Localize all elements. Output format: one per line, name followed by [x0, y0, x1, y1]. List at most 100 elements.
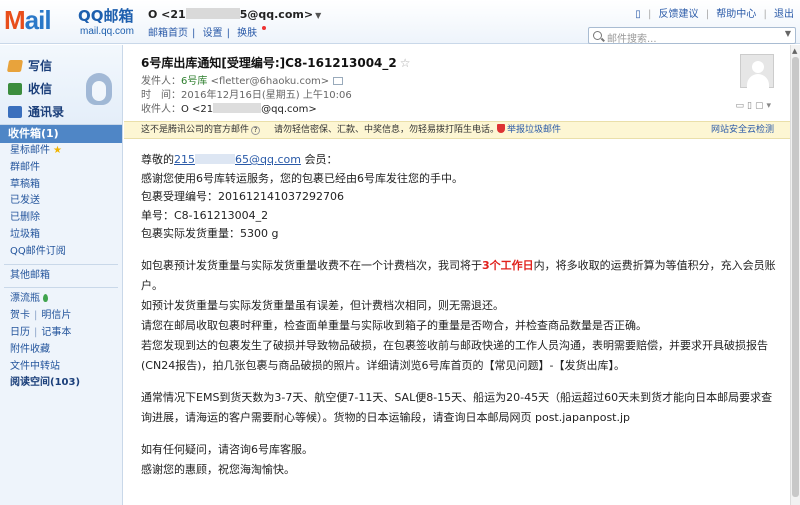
sidebar-item-subscriptions[interactable]: QQ邮件订阅 — [0, 244, 122, 261]
link-help[interactable]: 帮助中心 — [716, 9, 756, 20]
sidebar-item-sent[interactable]: 已发送 — [0, 193, 122, 210]
main-scrollbar[interactable]: ▲ — [790, 45, 800, 505]
penguin-mascot-icon — [82, 67, 116, 107]
scroll-up-icon[interactable]: ▲ — [792, 47, 797, 55]
divider — [4, 287, 118, 289]
write-label: 写信 — [28, 59, 53, 73]
greeting-email-a: 215 — [174, 153, 195, 166]
from-row: 发件人：6号库 <fletter@6haoku.com> — [141, 75, 344, 88]
cloud-check-link[interactable]: 网站安全云检测 — [711, 122, 774, 138]
sidebar-item-inbox[interactable]: 收件箱(1) — [0, 125, 122, 143]
starred-label: 星标邮件 — [10, 145, 50, 156]
write-button[interactable]: 写信 — [6, 57, 53, 75]
scrollbar-thumb[interactable] — [792, 57, 799, 497]
link-change-skin[interactable]: 换肤 — [237, 28, 257, 39]
logo-title: QQ邮箱 — [78, 7, 134, 25]
paragraph-thanks: 感谢您的惠顾，祝您海淘愉快。 — [141, 462, 295, 476]
sidebar-item-notebook[interactable]: 记事本 — [41, 327, 71, 338]
link-feedback[interactable]: 反馈建议 — [659, 9, 699, 20]
from-address: <fletter@6haoku.com> — [210, 76, 330, 87]
greeting-email-link[interactable]: 215 65@qq.com — [174, 153, 301, 166]
mail-body: 尊敬的215 65@qq.com 会员： 感谢您使用6号库转运服务，您的包裹已经由… — [141, 151, 781, 480]
search-placeholder: 邮件搜索... — [607, 34, 657, 45]
sidebar-item-postcard[interactable]: 明信片 — [41, 310, 71, 321]
paragraph-delivery-time: 通常情况下EMS到货天数为3-7天、航空便7-11天、SAL便8-15天、船运为… — [141, 390, 773, 424]
pencil-icon — [6, 60, 24, 72]
divider — [4, 263, 118, 265]
from-label: 发件人： — [141, 76, 181, 87]
logo-url: mail.qq.com — [80, 26, 134, 37]
sidebar-item-card[interactable]: 贺卡 — [10, 310, 30, 321]
to-label: 收件人： — [141, 104, 181, 115]
star-outline-icon[interactable]: ☆ — [400, 56, 411, 70]
logo-mark: Mail — [4, 5, 52, 35]
link-mail-home[interactable]: 邮箱首页 — [148, 28, 188, 39]
security-notice-bar: 这不是腾讯公司的官方邮件? 请勿轻信密保、汇款、中奖信息，勿轻易拨打陌生电话。 … — [124, 121, 790, 139]
account-suffix: 5@qq.com> — [239, 8, 314, 21]
search-icon — [593, 31, 602, 40]
qq-mail-logo[interactable]: Mail QQ邮箱 mail.qq.com — [4, 5, 138, 39]
greeting-suffix: 会员： — [300, 153, 338, 166]
subject-text: 6号库出库通知[受理编号:]C8-161213004_2 — [141, 56, 397, 70]
to-row: 收件人：O <21 @qq.com> — [141, 103, 317, 116]
link-settings[interactable]: 设置 — [203, 28, 223, 39]
mail-reader: 6号库出库通知[受理编号:]C8-161213004_2 ☆ 发件人：6号库 <f… — [124, 45, 790, 505]
sidebar-item-calendar[interactable]: 日历 — [10, 327, 30, 338]
sidebar-item-deleted[interactable]: 已删除 — [0, 210, 122, 227]
view-options-icons[interactable]: ▭▯▢▾ — [736, 101, 774, 111]
sidebar-item-drafts[interactable]: 草稿箱 — [0, 177, 122, 194]
mail-subject: 6号库出库通知[受理编号:]C8-161213004_2 ☆ — [141, 56, 411, 71]
body-line-3: 单号：C8-161213004_2 — [141, 208, 269, 222]
body-paragraphs: 如包裹预计发货重量与实际发货重量收费不在一个计费档次，我司将于3个工作日内，将多… — [141, 256, 781, 376]
from-name[interactable]: 6号库 — [181, 76, 207, 87]
body-closing: 如有任何疑问，请咨询6号库客服。 感谢您的惠顾，祝您海淘愉快。 — [141, 440, 781, 480]
sidebar-tools: 写信 收信 通讯录 — [0, 45, 122, 125]
sidebar-item-reading-space[interactable]: 阅读空间(103) — [0, 375, 122, 392]
help-icon[interactable]: ? — [251, 126, 261, 135]
paragraph-refund: 如包裹预计发货重量与实际发货重量收费不在一个计费档次，我司将于3个工作日内，将多… — [141, 256, 781, 296]
greeting-prefix: 尊敬的 — [141, 153, 174, 166]
paragraph-no-refund: 如预计发货重量与实际发货重量虽有误差，但计费档次相同，则无需退还。 — [141, 298, 504, 312]
sidebar: 写信 收信 通讯录 收件箱(1) 星标邮件 ★ 群邮件 草稿箱 已发送 已删除 垃… — [0, 45, 123, 505]
paragraph-damage: 若您发现到达的包裹发生了破损并导致物品破损，在包裹签收前与邮政快递的工作人员沟通… — [141, 338, 768, 372]
chevron-down-icon[interactable]: ▼ — [785, 29, 791, 38]
link-logout[interactable]: 退出 — [774, 9, 794, 20]
time-row: 时 间：2016年12月16日(星期五) 上午10:06 — [141, 89, 352, 102]
sidebar-item-spam[interactable]: 垃圾箱 — [0, 227, 122, 244]
sidebar-item-transfer[interactable]: 文件中转站 — [0, 359, 122, 376]
time-value: 2016年12月16日(星期五) 上午10:06 — [181, 90, 352, 101]
bottle-icon — [43, 294, 48, 303]
redacted-block — [213, 103, 262, 113]
sidebar-item-calendar-row: 日历 | 记事本 — [10, 326, 72, 338]
time-label: 时 间： — [141, 90, 181, 101]
p1-a: 如包裹预计发货重量与实际发货重量收费不在一个计费档次，我司将于 — [141, 258, 482, 272]
sidebar-item-starred[interactable]: 星标邮件 ★ — [0, 143, 122, 160]
paragraph-check-weight: 请您在邮局收取包裹时秤重，检查面单重量与实际收到箱子的重量是否吻合，并检查商品数… — [141, 318, 647, 332]
report-spam-label: 举报垃圾邮件 — [507, 125, 562, 135]
paragraph-contact: 如有任何疑问，请咨询6号库客服。 — [141, 442, 313, 456]
body-line-4: 包裹实际发货重量：5300 g — [141, 227, 279, 240]
search-input[interactable]: 邮件搜索... ▼ — [588, 27, 796, 45]
contacts-label: 通讯录 — [28, 105, 65, 119]
contacts-icon — [8, 106, 22, 118]
account-switcher[interactable]: O <21 5@qq.com> ▼ — [148, 8, 321, 23]
chevron-down-icon: ▼ — [315, 11, 322, 20]
to-prefix: O <21 — [181, 104, 214, 115]
report-spam-link[interactable]: 举报垃圾邮件 — [497, 122, 561, 138]
sidebar-item-attachments[interactable]: 附件收藏 — [0, 342, 122, 359]
new-dot-icon — [262, 26, 267, 30]
notice-official-text: 这不是腾讯公司的官方邮件 — [141, 125, 250, 135]
sidebar-item-group[interactable]: 群邮件 — [0, 160, 122, 177]
sidebar-item-other-mailbox[interactable]: 其他邮箱 — [0, 268, 122, 285]
contacts-button[interactable]: 通讯录 — [8, 103, 64, 121]
receive-label: 收信 — [28, 82, 53, 96]
contact-card-icon[interactable] — [333, 77, 344, 85]
body-line-2: 包裹受理编号：201612141037292706 — [141, 190, 344, 203]
body-line-1: 感谢您使用6号库转运服务，您的包裹已经由6号库发往您的手中。 — [141, 171, 463, 185]
drift-bottle-label: 漂流瓶 — [10, 293, 40, 305]
notification-icon[interactable]: ▯ — [635, 9, 641, 20]
body-shipping: 通常情况下EMS到货天数为3-7天、航空便7-11天、SAL便8-15天、船运为… — [141, 388, 781, 428]
sidebar-item-drift-bottle[interactable]: 漂流瓶 — [0, 291, 122, 308]
sidebar-item-card-row: 贺卡 | 明信片 — [10, 310, 72, 322]
receive-button[interactable]: 收信 — [8, 80, 52, 98]
